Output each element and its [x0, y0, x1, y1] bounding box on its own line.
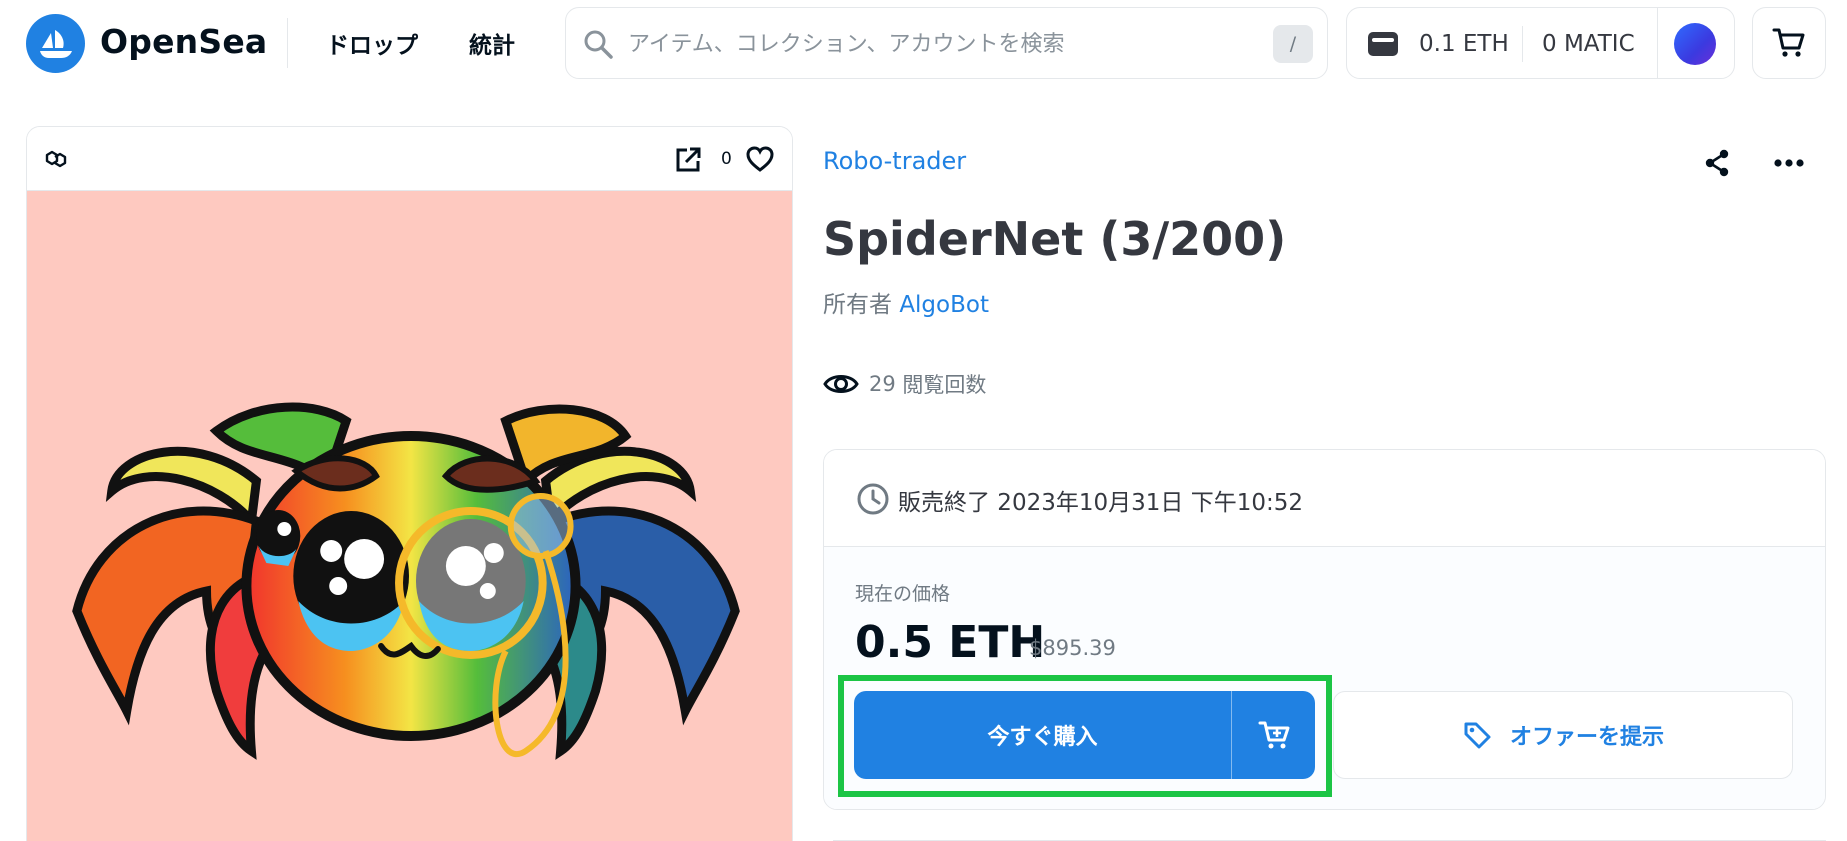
cart-button[interactable]	[1752, 7, 1826, 79]
price-usd: $895.39	[1029, 636, 1116, 660]
cart-icon	[1772, 28, 1805, 57]
current-price: 0.5 ETH	[855, 617, 1046, 668]
tag-icon	[1464, 722, 1491, 749]
eth-balance: 0.1 ETH	[1419, 31, 1509, 57]
nft-artwork	[27, 191, 792, 841]
search-icon	[584, 30, 613, 59]
owner-link[interactable]: AlgoBot	[899, 292, 989, 318]
brand-name[interactable]: OpenSea	[100, 22, 267, 61]
spider-artwork-image	[72, 402, 740, 760]
search-bar[interactable]: /	[565, 7, 1328, 79]
buy-now-button[interactable]: 今すぐ購入	[854, 691, 1231, 779]
owner-prefix: 所有者	[823, 292, 892, 318]
buy-button-group[interactable]: 今すぐ購入	[854, 691, 1315, 779]
eye-icon	[823, 375, 859, 393]
nav-stats[interactable]: 統計	[469, 26, 515, 60]
more-icon[interactable]	[1772, 148, 1806, 178]
wallet-balance[interactable]: 0.1 ETH 0 MATIC	[1346, 7, 1735, 79]
owner-line: 所有者 AlgoBot	[823, 285, 989, 319]
image-toolbar: 0	[27, 127, 792, 191]
favorite-count: 0	[721, 149, 732, 169]
views-count: 29 閲覧回数	[823, 369, 986, 399]
item-image-panel: 0	[26, 126, 793, 841]
external-link-icon[interactable]	[674, 146, 702, 174]
views-label: 閲覧回数	[902, 373, 987, 397]
views-number: 29	[869, 372, 896, 396]
wallet-divider	[1657, 8, 1658, 78]
make-offer-label: オファーを提示	[1509, 725, 1664, 750]
price-label: 現在の価格	[855, 583, 951, 605]
wallet-divider	[1522, 26, 1523, 62]
sale-end-bar: 販売終了 2023年10月31日 下午10:52	[824, 450, 1825, 547]
matic-balance: 0 MATIC	[1542, 31, 1635, 57]
nav-drops[interactable]: ドロップ	[326, 26, 418, 60]
share-icon[interactable]	[1702, 148, 1732, 178]
item-title: SpiderNet (3/200)	[823, 212, 1287, 266]
add-to-cart-button[interactable]	[1232, 691, 1315, 779]
clock-icon	[857, 483, 889, 515]
polygon-chain-icon[interactable]	[43, 147, 69, 171]
opensea-logo-icon[interactable]	[26, 14, 85, 73]
sale-end-text: 販売終了 2023年10月31日 下午10:52	[898, 490, 1303, 516]
search-input[interactable]	[628, 22, 1228, 66]
avatar[interactable]	[1674, 23, 1716, 65]
search-shortcut-badge: /	[1273, 25, 1313, 63]
collection-link[interactable]: Robo-trader	[823, 147, 966, 175]
header-divider	[287, 18, 288, 68]
add-to-cart-icon	[1258, 721, 1289, 749]
wallet-icon	[1368, 32, 1398, 56]
heart-icon[interactable]	[745, 145, 775, 173]
make-offer-button[interactable]: オファーを提示	[1333, 691, 1793, 779]
